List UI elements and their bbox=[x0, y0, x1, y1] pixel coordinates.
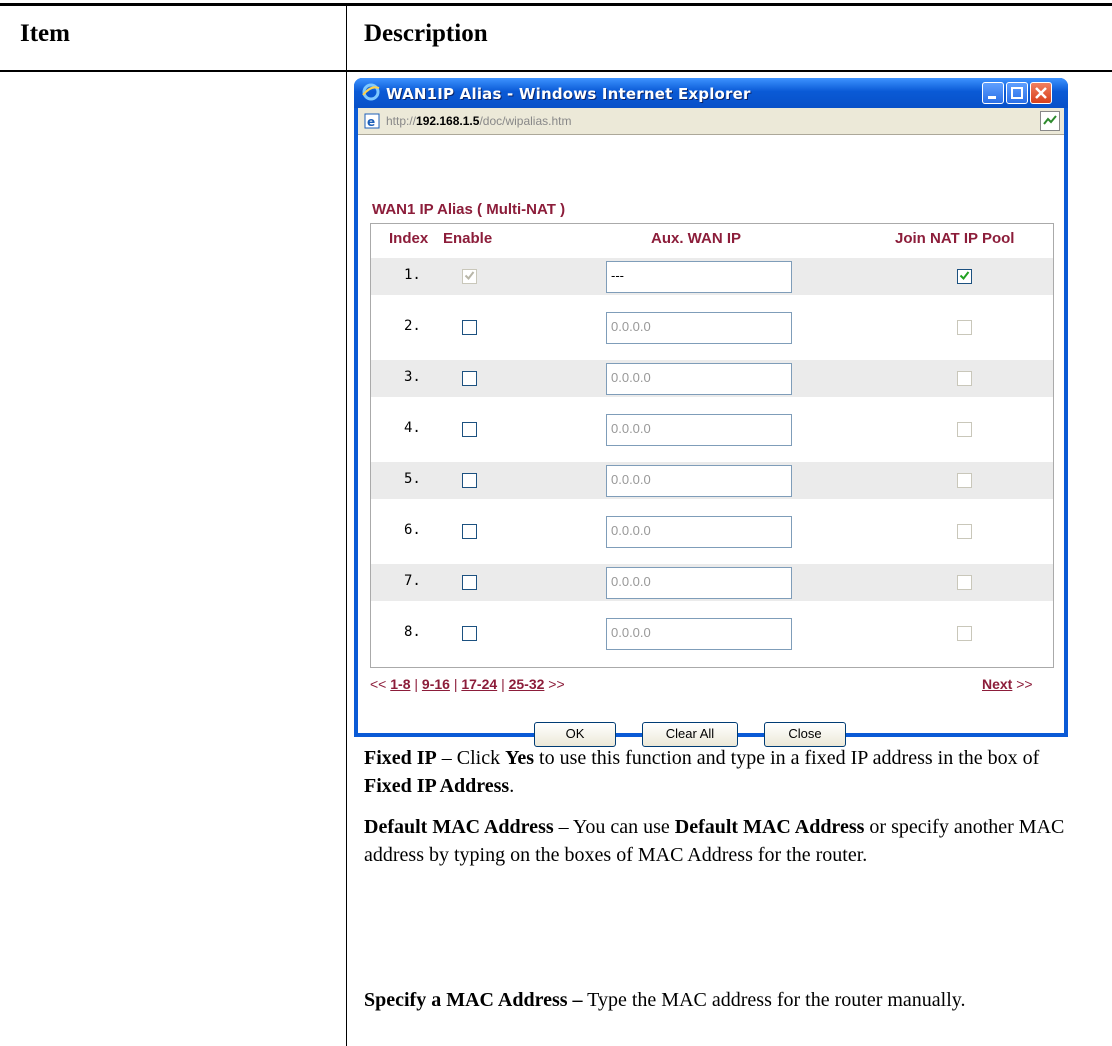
pager-link-17-24[interactable]: 17-24 bbox=[461, 676, 497, 692]
enable-checkbox[interactable] bbox=[462, 524, 477, 539]
aux-wan-ip-input[interactable]: 0.0.0.0 bbox=[606, 618, 792, 650]
enable-checkbox[interactable] bbox=[462, 422, 477, 437]
maximize-icon bbox=[1011, 87, 1023, 99]
join-nat-pool-checkbox bbox=[957, 422, 972, 437]
row-index: 1. bbox=[404, 267, 421, 283]
enable-checkbox[interactable] bbox=[462, 575, 477, 590]
section-title: WAN1 IP Alias ( Multi-NAT ) bbox=[372, 201, 566, 218]
close-window-button[interactable] bbox=[1030, 82, 1052, 104]
term-fixed-ip: Fixed IP bbox=[364, 747, 437, 769]
header-aux-wan-ip: Aux. WAN IP bbox=[651, 230, 742, 247]
url-host: 192.168.1.5 bbox=[416, 114, 480, 128]
svg-text:e: e bbox=[367, 115, 375, 129]
row-index: 4. bbox=[404, 420, 421, 436]
para-default-mac: Default MAC Address – You can use Defaul… bbox=[364, 813, 1084, 869]
next-link[interactable]: Next bbox=[982, 676, 1012, 692]
aux-wan-ip-input[interactable]: --- bbox=[606, 261, 792, 293]
text: – You can use bbox=[553, 816, 675, 838]
minimize-button[interactable] bbox=[982, 82, 1004, 104]
close-icon bbox=[1035, 87, 1047, 99]
pager-sep: | bbox=[453, 676, 458, 692]
pager-link-9-16[interactable]: 9-16 bbox=[422, 676, 450, 692]
header-join-nat-ip-pool: Join NAT IP Pool bbox=[895, 230, 1015, 247]
pager-prev: << bbox=[370, 676, 387, 692]
join-nat-pool-checkbox bbox=[957, 524, 972, 539]
join-nat-pool-checkbox[interactable] bbox=[957, 269, 972, 284]
join-nat-pool-checkbox bbox=[957, 371, 972, 386]
join-nat-pool-checkbox bbox=[957, 320, 972, 335]
column-divider bbox=[346, 6, 347, 1046]
table-row: 3. 0.0.0.0 bbox=[371, 360, 1053, 397]
para-fixed-ip: Fixed IP – Click Yes to use this functio… bbox=[364, 744, 1084, 800]
table-row: 7. 0.0.0.0 bbox=[371, 564, 1053, 601]
text: – Click bbox=[436, 747, 506, 769]
row-index: 2. bbox=[404, 318, 421, 334]
pager: << 1-8 | 9-16 | 17-24 | 25-32 >> bbox=[370, 676, 565, 692]
ie-window: WAN1IP Alias - Windows Internet Explorer… bbox=[354, 78, 1068, 747]
ie-page-icon: e bbox=[364, 113, 380, 129]
page-status-icon bbox=[1043, 115, 1057, 125]
bold-fixed-ip-address: Fixed IP Address bbox=[364, 775, 510, 797]
term-default-mac: Default MAC Address bbox=[364, 816, 554, 838]
join-nat-pool-checkbox bbox=[957, 473, 972, 488]
text: to use this function and type in a fixed… bbox=[534, 747, 1040, 769]
pager-next: Next >> bbox=[982, 676, 1033, 692]
pager-sep: | bbox=[414, 676, 419, 692]
header-rule bbox=[0, 70, 1112, 72]
ie-logo-icon bbox=[362, 83, 380, 101]
row-index: 7. bbox=[404, 573, 421, 589]
bold-default-mac: Default MAC Address bbox=[674, 816, 865, 838]
aux-wan-ip-input[interactable]: 0.0.0.0 bbox=[606, 516, 792, 548]
page-content: WAN1 IP Alias ( Multi-NAT ) Index Enable… bbox=[358, 135, 1064, 747]
url-text[interactable]: http://192.168.1.5/doc/wipalias.htm bbox=[386, 114, 571, 128]
enable-checkbox[interactable] bbox=[462, 371, 477, 386]
pager-more: >> bbox=[548, 676, 565, 692]
table-row: 8. 0.0.0.0 bbox=[371, 615, 1053, 652]
aux-wan-ip-input[interactable]: 0.0.0.0 bbox=[606, 414, 792, 446]
bold-yes: Yes bbox=[505, 747, 535, 769]
window-title: WAN1IP Alias - Windows Internet Explorer bbox=[386, 85, 751, 103]
enable-checkbox[interactable] bbox=[462, 626, 477, 641]
aux-wan-ip-input[interactable]: 0.0.0.0 bbox=[606, 567, 792, 599]
header-index: Index bbox=[389, 230, 429, 247]
table-row: 6. 0.0.0.0 bbox=[371, 513, 1053, 550]
address-bar: e http://192.168.1.5/doc/wipalias.htm bbox=[358, 108, 1064, 135]
minimize-icon bbox=[988, 96, 996, 99]
url-prefix: http:// bbox=[386, 114, 417, 128]
aux-wan-ip-input[interactable]: 0.0.0.0 bbox=[606, 312, 792, 344]
pager-sep: | bbox=[501, 676, 505, 692]
enable-checkbox[interactable] bbox=[462, 473, 477, 488]
text: . bbox=[509, 775, 515, 797]
text: Type the MAC address for the router manu… bbox=[582, 989, 966, 1011]
aux-wan-ip-input[interactable]: 0.0.0.0 bbox=[606, 363, 792, 395]
pager-link-1-8[interactable]: 1-8 bbox=[390, 676, 410, 692]
row-index: 5. bbox=[404, 471, 421, 487]
header-enable: Enable bbox=[443, 230, 493, 247]
table-row: 5. 0.0.0.0 bbox=[371, 462, 1053, 499]
aux-wan-ip-input[interactable]: 0.0.0.0 bbox=[606, 465, 792, 497]
row-index: 6. bbox=[404, 522, 421, 538]
enable-checkbox bbox=[462, 269, 477, 284]
row-index: 3. bbox=[404, 369, 421, 385]
join-nat-pool-checkbox bbox=[957, 575, 972, 590]
table-row: 1. --- bbox=[371, 258, 1053, 295]
table-top-rule bbox=[0, 3, 1112, 6]
page-status-button[interactable] bbox=[1040, 111, 1060, 131]
url-path: /doc/wipalias.htm bbox=[479, 114, 572, 128]
table-row: 2. 0.0.0.0 bbox=[371, 309, 1053, 346]
next-arrow: >> bbox=[1016, 676, 1033, 692]
column-header-item: Item bbox=[20, 20, 70, 47]
column-header-description: Description bbox=[364, 20, 488, 47]
term-specify-mac: Specify a MAC Address – bbox=[364, 989, 583, 1011]
pager-link-25-32[interactable]: 25-32 bbox=[509, 676, 545, 692]
join-nat-pool-checkbox bbox=[957, 626, 972, 641]
enable-checkbox[interactable] bbox=[462, 320, 477, 335]
maximize-button[interactable] bbox=[1006, 82, 1028, 104]
title-bar[interactable]: WAN1IP Alias - Windows Internet Explorer bbox=[354, 78, 1068, 108]
para-specify-mac: Specify a MAC Address – Type the MAC add… bbox=[364, 986, 1084, 1014]
alias-table: Index Enable Aux. WAN IP Join NAT IP Poo… bbox=[370, 223, 1054, 668]
row-index: 8. bbox=[404, 624, 421, 640]
table-row: 4. 0.0.0.0 bbox=[371, 411, 1053, 448]
